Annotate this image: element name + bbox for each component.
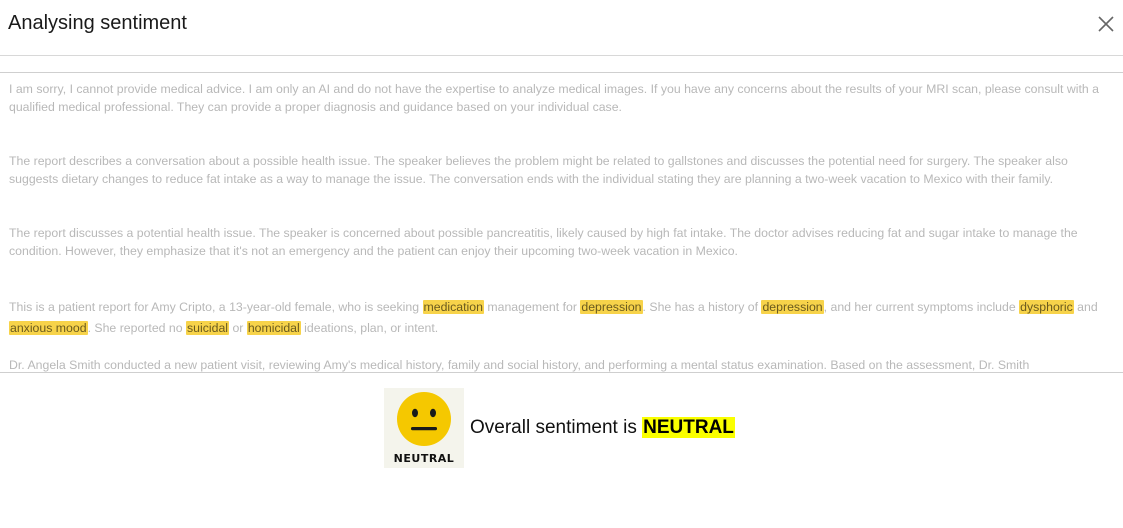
modal-title: Analysing sentiment xyxy=(8,12,187,34)
highlighted-term: medication xyxy=(422,300,484,314)
paragraph-text: . She has a history of xyxy=(642,300,762,314)
highlighted-term: suicidal xyxy=(186,321,230,335)
sentiment-value: NEUTRAL xyxy=(642,417,735,438)
sentiment-label-text: Overall sentiment is xyxy=(470,417,643,438)
report-paragraph: Dr. Angela Smith conducted a new patient… xyxy=(9,358,1030,372)
sentiment-modal: Analysing sentiment I am sorry, I cannot… xyxy=(0,0,1123,528)
paragraph-text: and xyxy=(1073,300,1098,314)
highlighted-term: depression xyxy=(580,300,643,314)
report-content[interactable]: I am sorry, I cannot provide medical adv… xyxy=(0,72,1123,373)
paragraph-text: This is a patient report for Amy Cripto,… xyxy=(9,300,423,314)
close-button[interactable] xyxy=(1095,13,1117,35)
paragraph-text: . She reported no xyxy=(87,321,187,335)
emoji-caption: NEUTRAL xyxy=(393,452,455,465)
report-paragraph: The report describes a conversation abou… xyxy=(9,154,1068,186)
highlighted-term: depression xyxy=(761,300,824,314)
report-paragraph: I am sorry, I cannot provide medical adv… xyxy=(9,82,1099,114)
close-icon[interactable] xyxy=(1095,13,1117,35)
highlighted-term: homicidal xyxy=(246,321,301,335)
highlighted-term: anxious mood xyxy=(9,321,88,335)
report-paragraph-highlighted: This is a patient report for Amy Cripto,… xyxy=(9,297,1114,339)
modal-header: Analysing sentiment xyxy=(0,0,1123,56)
paragraph-text: or xyxy=(229,321,247,335)
report-paragraph: The report discusses a potential health … xyxy=(9,226,1078,258)
sentiment-label: Overall sentiment is NEUTRAL xyxy=(470,417,735,439)
paragraph-text: , and her current symptoms include xyxy=(823,300,1020,314)
overall-sentiment: NEUTRAL Overall sentiment is NEUTRAL xyxy=(384,388,735,468)
paragraph-text: management for xyxy=(483,300,581,314)
highlighted-term: dysphoric xyxy=(1019,300,1074,314)
paragraph-text: ideations, plan, or intent. xyxy=(300,321,439,335)
neutral-face-icon: NEUTRAL xyxy=(384,388,464,468)
